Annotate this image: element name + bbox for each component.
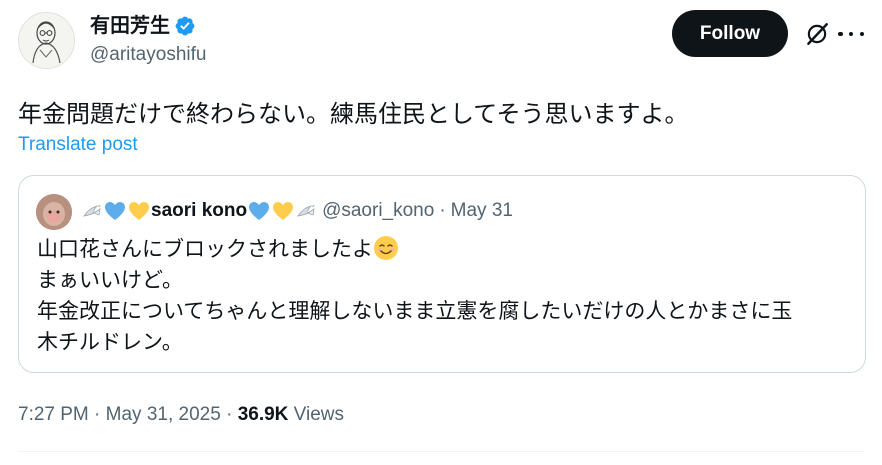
- translate-post-link[interactable]: Translate post: [18, 134, 138, 156]
- author-avatar[interactable]: [18, 12, 75, 69]
- quoted-post-header: saori kono @saori_kono · May 31: [81, 200, 513, 222]
- dove-emoji: [83, 205, 101, 217]
- grok-icon[interactable]: [804, 21, 830, 47]
- meta-separator: ·: [94, 404, 101, 425]
- post-date[interactable]: May 31, 2025: [106, 404, 221, 425]
- quoted-separator: ·: [439, 200, 446, 221]
- blue-heart-emoji: [249, 202, 270, 220]
- quoted-post-text: 山口花さんにブロックされましたよ まぁいいけど。 年金改正についてちゃんと理解し…: [37, 234, 792, 358]
- post-meta: 7:27 PM · May 31, 2025 · 36.9K Views: [18, 404, 344, 426]
- quoted-line: 年金改正についてちゃんと理解しないまま立憲を腐したいだけの人とかまさに玉: [37, 300, 793, 323]
- views-label: Views: [293, 404, 345, 425]
- quoted-line: 木チルドレン。: [37, 331, 183, 354]
- quoted-author-handle[interactable]: @saori_kono: [322, 200, 434, 222]
- views-count: 36.9K: [237, 404, 289, 425]
- post-header: 有田芳生 @aritayoshifu Follow: [18, 10, 864, 72]
- quoted-line: まぁいいけど。: [37, 269, 183, 292]
- quoted-author-avatar[interactable]: [36, 194, 72, 230]
- more-icon[interactable]: [838, 21, 864, 47]
- post-text: 年金問題だけで終わらない。練馬住民としてそう思いますよ。: [18, 101, 689, 128]
- follow-button[interactable]: Follow: [672, 10, 788, 57]
- yellow-heart-emoji: [273, 202, 294, 220]
- quoted-line: 山口花さんにブロックされましたよ: [37, 234, 792, 265]
- meta-separator: ·: [226, 404, 233, 425]
- quoted-author-name[interactable]: saori kono: [151, 200, 247, 222]
- verified-badge-icon[interactable]: [174, 15, 196, 37]
- smiling-face-emoji: [374, 236, 398, 261]
- quoted-post[interactable]: saori kono @saori_kono · May 31 山口花さんにブロ…: [18, 175, 866, 373]
- author-display-name[interactable]: 有田芳生: [90, 14, 170, 38]
- divider: [18, 451, 864, 452]
- quoted-date[interactable]: May 31: [451, 200, 513, 222]
- author-name-row: 有田芳生: [90, 14, 196, 38]
- dove-emoji: [297, 205, 316, 217]
- post-time[interactable]: 7:27 PM: [18, 404, 89, 425]
- author-handle[interactable]: @aritayoshifu: [90, 44, 206, 66]
- yellow-heart-emoji: [129, 202, 149, 220]
- blue-heart-emoji: [105, 202, 125, 220]
